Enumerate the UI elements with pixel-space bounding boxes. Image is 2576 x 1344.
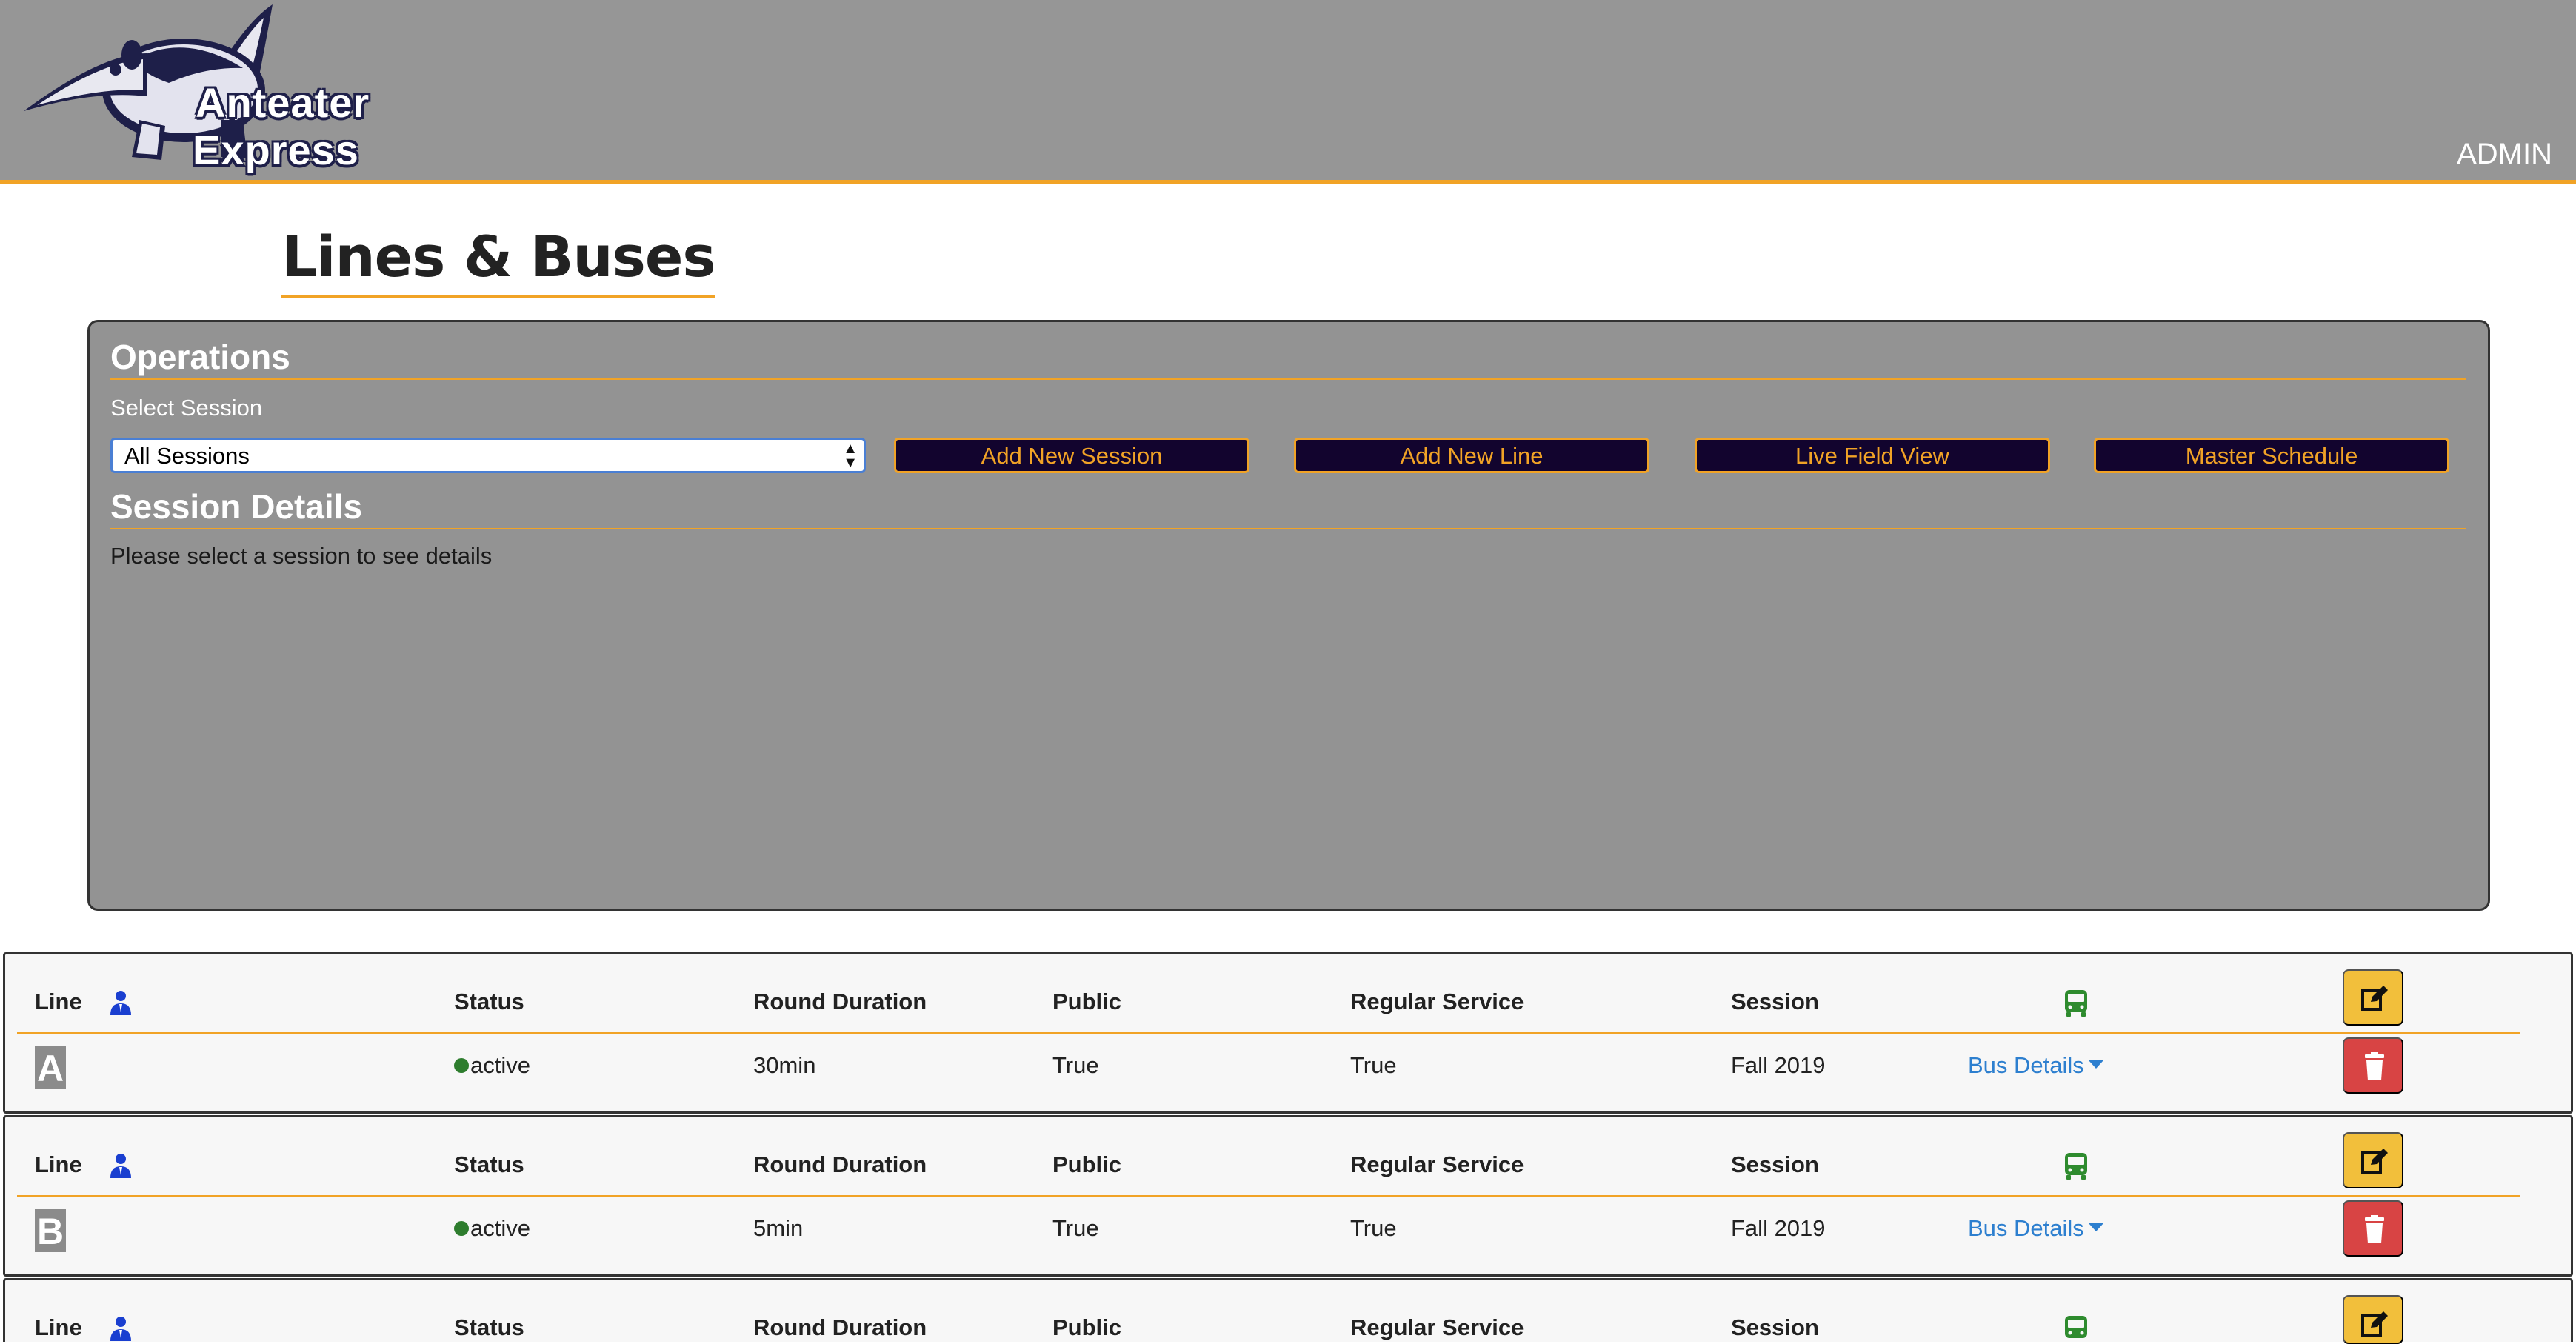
edit-icon (2361, 1149, 2388, 1174)
line-column-header: Line (35, 1151, 82, 1177)
status-column-header: Status (454, 1151, 524, 1177)
card-divider (17, 1032, 2520, 1034)
line-status: active (454, 1215, 530, 1242)
logo-text-line1: Anteater (196, 79, 370, 126)
round-duration-column-header: Round Duration (753, 1151, 927, 1177)
add-new-session-button[interactable]: Add New Session (894, 438, 1249, 473)
line-column-header: Line (35, 1314, 82, 1340)
line-card: Line Status Round Duration Public Regula… (3, 1278, 2573, 1344)
operations-title: Operations (110, 337, 2466, 380)
line-letter-badge: A (35, 1046, 66, 1089)
line-regular-service: True (1350, 1052, 1397, 1078)
edit-line-button[interactable] (2343, 1295, 2403, 1344)
status-column-header: Status (454, 989, 524, 1014)
bus-details-dropdown[interactable]: Bus Details (1968, 1052, 2103, 1079)
operations-panel: Operations Select Session All Sessions ▲… (87, 320, 2490, 911)
line-column-header: Line (35, 989, 82, 1014)
bus-details-label: Bus Details (1968, 1215, 2084, 1241)
line-status-text: active (470, 1052, 530, 1078)
trash-icon (2365, 1215, 2384, 1243)
session-column-header: Session (1731, 1151, 1819, 1177)
top-navbar: Anteater Express ADMIN (0, 0, 2576, 184)
line-round-duration: 30min (753, 1052, 816, 1078)
bus-icon (2065, 990, 2087, 1017)
user-icon (110, 1154, 131, 1178)
select-arrows-icon: ▲ ▼ (843, 441, 858, 471)
line-letter-badge: B (35, 1209, 66, 1252)
line-card: Line Status Round Duration Public Regula… (3, 952, 2573, 1114)
edit-line-button[interactable] (2343, 1132, 2403, 1188)
public-column-header: Public (1052, 1151, 1122, 1177)
card-divider (17, 1195, 2520, 1197)
add-new-line-button[interactable]: Add New Line (1294, 438, 1649, 473)
line-session: Fall 2019 (1731, 1215, 1826, 1241)
session-details-text: Please select a session to see details (110, 543, 493, 569)
line-round-duration: 5min (753, 1215, 804, 1241)
select-session-label: Select Session (110, 395, 263, 421)
bus-icon (2065, 1153, 2087, 1180)
session-column-header: Session (1731, 989, 1819, 1014)
line-card: Line Status Round Duration Public Regula… (3, 1115, 2573, 1277)
trash-icon (2365, 1052, 2384, 1080)
round-duration-column-header: Round Duration (753, 989, 927, 1014)
line-status-text: active (470, 1215, 530, 1241)
regular-service-column-header: Regular Service (1350, 989, 1524, 1014)
anteater-logo[interactable]: Anteater Express (21, 1, 369, 179)
master-schedule-button[interactable]: Master Schedule (2094, 438, 2449, 473)
active-status-dot (454, 1220, 469, 1236)
edit-icon (2361, 986, 2388, 1011)
edit-line-button[interactable] (2343, 969, 2403, 1026)
public-column-header: Public (1052, 989, 1122, 1014)
line-status: active (454, 1052, 530, 1079)
user-icon (110, 991, 131, 1015)
regular-service-column-header: Regular Service (1350, 1314, 1524, 1340)
user-icon (110, 1317, 131, 1341)
delete-line-button[interactable] (2343, 1200, 2403, 1257)
line-public: True (1052, 1052, 1099, 1078)
status-column-header: Status (454, 1314, 524, 1340)
logo-text-line2: Express (193, 127, 359, 173)
bus-icon (2065, 1316, 2087, 1338)
session-select-value: All Sessions (124, 443, 250, 469)
session-column-header: Session (1731, 1314, 1819, 1340)
delete-line-button[interactable] (2343, 1037, 2403, 1094)
session-select[interactable]: All Sessions ▲ ▼ (110, 438, 866, 473)
admin-link[interactable]: ADMIN (2457, 138, 2552, 171)
session-details-title: Session Details (110, 487, 2466, 529)
line-session: Fall 2019 (1731, 1052, 1826, 1078)
line-regular-service: True (1350, 1215, 1397, 1241)
round-duration-column-header: Round Duration (753, 1314, 927, 1340)
edit-icon (2361, 1311, 2388, 1337)
bus-details-dropdown[interactable]: Bus Details (1968, 1215, 2103, 1242)
active-status-dot (454, 1057, 469, 1073)
line-public: True (1052, 1215, 1099, 1241)
public-column-header: Public (1052, 1314, 1122, 1340)
live-field-view-button[interactable]: Live Field View (1695, 438, 2050, 473)
caret-down-icon (2088, 1060, 2103, 1069)
caret-down-icon (2088, 1223, 2103, 1232)
bus-details-label: Bus Details (1968, 1052, 2084, 1078)
page-title: Lines & Buses (281, 224, 716, 298)
regular-service-column-header: Regular Service (1350, 1151, 1524, 1177)
